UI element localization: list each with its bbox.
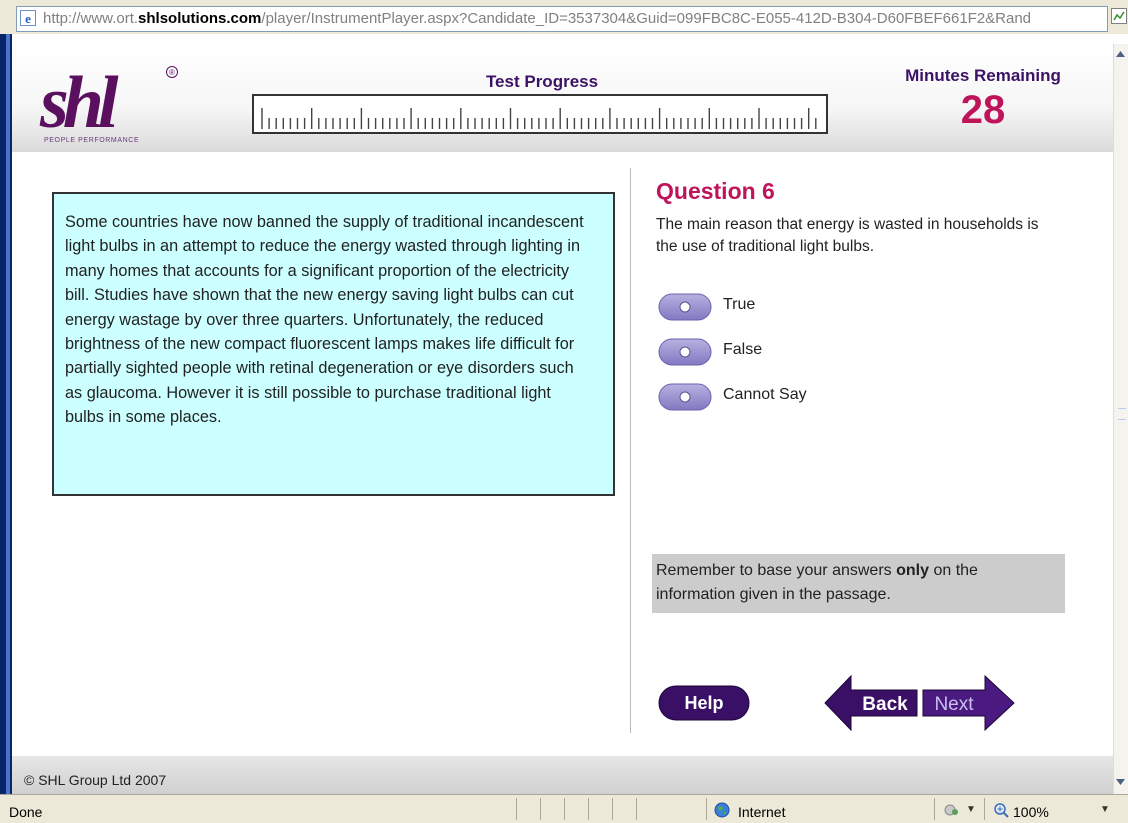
answer-label-cannot-say[interactable]: Cannot Say bbox=[723, 386, 807, 404]
reminder-text: Remember to base your answers only on th… bbox=[656, 562, 978, 603]
svg-text:e: e bbox=[25, 11, 31, 26]
chevron-down-icon[interactable]: ▼ bbox=[966, 804, 976, 815]
status-separator bbox=[636, 798, 637, 820]
radio-button-icon[interactable] bbox=[658, 292, 712, 322]
protected-mode-icon[interactable] bbox=[944, 803, 960, 817]
shl-logo: shl bbox=[40, 62, 118, 144]
progress-bar bbox=[252, 94, 828, 134]
passage-box: Some countries have now banned the suppl… bbox=[52, 192, 615, 496]
copyright-text: © SHL Group Ltd 2007 bbox=[24, 772, 167, 788]
status-text: Done bbox=[9, 804, 43, 820]
answer-option-true[interactable]: True bbox=[658, 291, 958, 325]
browser-status-bar: Done Internet ▼ 100% ▼ bbox=[0, 794, 1128, 823]
question-text: The main reason that energy is wasted in… bbox=[656, 216, 1039, 255]
radio-button-icon[interactable] bbox=[658, 337, 712, 367]
status-separator bbox=[516, 798, 517, 820]
back-button[interactable]: Back bbox=[823, 674, 918, 732]
ie-page-icon: e bbox=[20, 10, 36, 26]
status-separator bbox=[984, 798, 985, 820]
status-separator bbox=[612, 798, 613, 820]
scroll-up-icon[interactable] bbox=[1113, 46, 1128, 62]
status-separator bbox=[564, 798, 565, 820]
progress-ticks bbox=[261, 108, 817, 129]
status-separator bbox=[540, 798, 541, 820]
zoom-level[interactable]: 100% bbox=[1013, 804, 1049, 820]
column-divider bbox=[630, 168, 631, 733]
address-bar-container: e http://www.ort.shlsolutions.com/player… bbox=[0, 0, 1128, 34]
window-frame-highlight bbox=[6, 34, 10, 794]
answer-label-true[interactable]: True bbox=[723, 296, 755, 314]
next-button[interactable]: Next bbox=[922, 674, 1015, 732]
reminder-box: Remember to base your answers only on th… bbox=[652, 554, 1065, 613]
radio-button-icon[interactable] bbox=[658, 382, 712, 412]
registered-mark: ® bbox=[166, 66, 178, 78]
next-button-label: Next bbox=[934, 694, 974, 715]
help-button[interactable]: Help bbox=[658, 685, 750, 721]
address-domain: shlsolutions.com bbox=[138, 10, 262, 27]
security-zone[interactable]: Internet bbox=[738, 804, 785, 820]
chevron-down-icon[interactable]: ▼ bbox=[1100, 804, 1110, 815]
address-url[interactable]: http://www.ort.shlsolutions.com/player/I… bbox=[43, 10, 1031, 27]
question-title: Question 6 bbox=[656, 178, 775, 204]
reminder-emphasis: only bbox=[896, 562, 929, 579]
minutes-remaining-value: 28 bbox=[960, 88, 1006, 132]
address-bar[interactable]: e http://www.ort.shlsolutions.com/player… bbox=[16, 6, 1108, 32]
globe-icon bbox=[714, 802, 730, 818]
passage-text: Some countries have now banned the suppl… bbox=[65, 213, 584, 427]
logo-tagline: PEOPLE PERFORMANCE bbox=[44, 137, 140, 144]
zoom-icon[interactable] bbox=[993, 802, 1009, 818]
help-button-label: Help bbox=[684, 693, 723, 713]
status-separator bbox=[706, 798, 707, 820]
progress-title: Test Progress bbox=[485, 72, 599, 91]
scroll-grip[interactable] bbox=[1118, 408, 1126, 420]
minutes-remaining-title: Minutes Remaining bbox=[905, 66, 1061, 85]
scroll-down-icon[interactable] bbox=[1113, 774, 1128, 790]
status-separator bbox=[588, 798, 589, 820]
back-button-label: Back bbox=[862, 694, 908, 715]
answer-option-false[interactable]: False bbox=[658, 336, 958, 370]
answer-label-false[interactable]: False bbox=[723, 341, 762, 359]
feed-icon[interactable] bbox=[1111, 8, 1127, 24]
answer-option-cannot-say[interactable]: Cannot Say bbox=[658, 381, 958, 415]
status-separator bbox=[934, 798, 935, 820]
page-footer: © SHL Group Ltd 2007 bbox=[12, 756, 1113, 794]
